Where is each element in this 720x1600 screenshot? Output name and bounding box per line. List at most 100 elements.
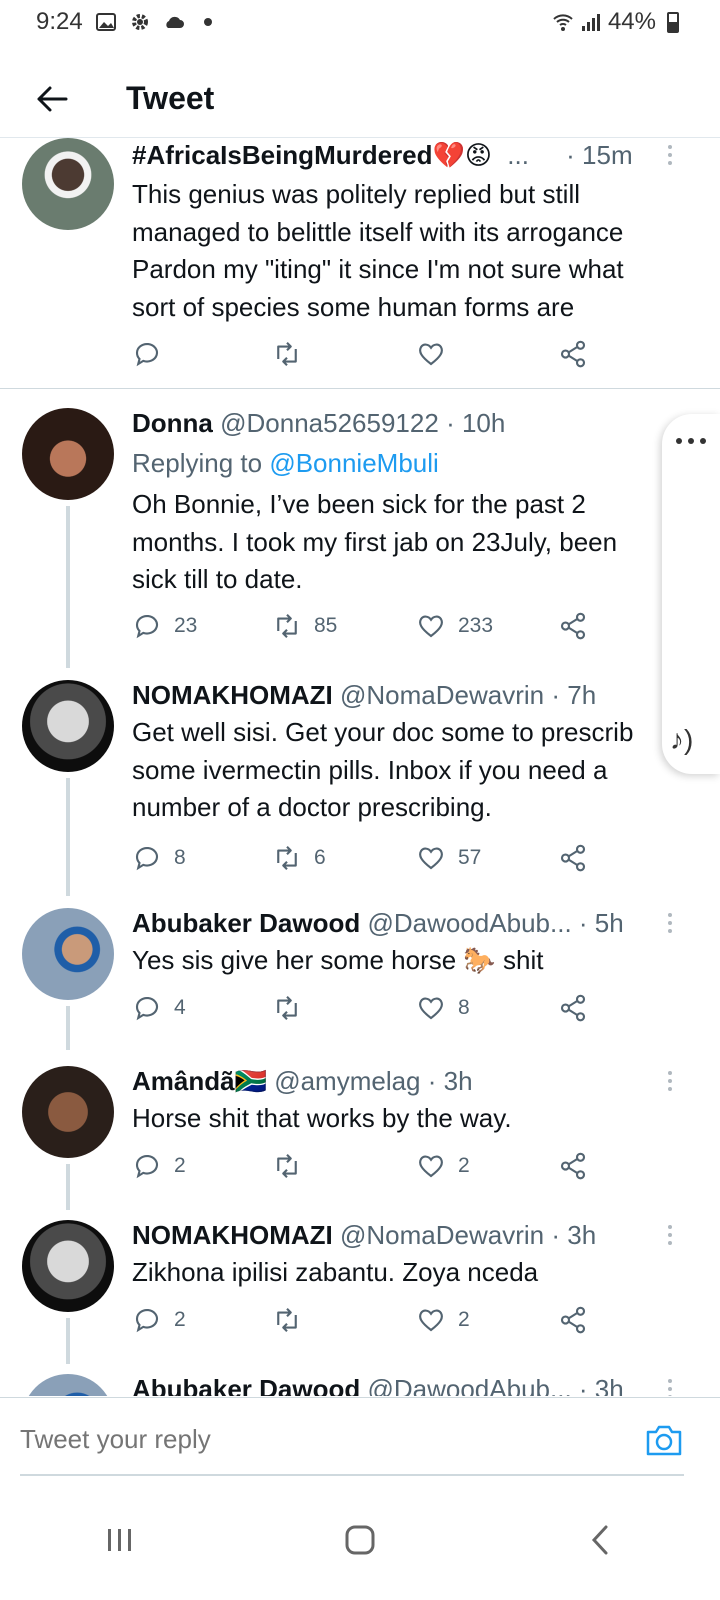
reply-button[interactable] — [132, 334, 162, 374]
retweet-button[interactable]: 85 — [272, 606, 337, 646]
reply-button[interactable]: 4 — [132, 988, 186, 1028]
more-options-button[interactable] — [660, 1220, 680, 1250]
avatar[interactable] — [22, 1374, 114, 1396]
like-button[interactable] — [416, 334, 446, 374]
share-button[interactable] — [558, 334, 588, 374]
author-name[interactable]: NOMAKHOMAZI — [132, 1220, 333, 1250]
retweet-button[interactable] — [272, 334, 302, 374]
like-count: 2 — [458, 1154, 470, 1177]
retweet-icon — [277, 613, 297, 639]
more-options-button[interactable] — [660, 140, 680, 170]
author-name[interactable]: NOMAKHOMAZI — [132, 680, 333, 710]
more-options-button[interactable] — [660, 1066, 680, 1096]
author-handle[interactable]: @DawoodAbub... — [367, 1374, 571, 1396]
author-handle[interactable]: @NomaDewavrin — [340, 680, 544, 710]
more-options-button[interactable] — [660, 1374, 680, 1396]
tweet-time: 3h — [594, 1374, 624, 1396]
edge-panel[interactable]: ♪) — [662, 414, 720, 774]
share-button[interactable] — [558, 988, 588, 1028]
author-name[interactable]: Donna — [132, 408, 213, 438]
share-button[interactable] — [558, 1146, 588, 1186]
author-handle[interactable]: @Donna52659122 — [220, 408, 439, 438]
share-button[interactable] — [558, 838, 588, 878]
home-button[interactable] — [320, 1510, 400, 1570]
avatar[interactable] — [22, 908, 114, 1000]
author-name[interactable]: #AfricaIsBeingMurdered💔😡 — [132, 140, 492, 170]
reply-button[interactable]: 2 — [132, 1146, 186, 1186]
reply-feed[interactable]: #AfricaIsBeingMurdered💔😡 ... · 15m This … — [0, 138, 720, 1396]
tweet-time: 3h — [567, 1220, 597, 1250]
tweet-reply-input[interactable] — [20, 1424, 580, 1455]
camera-button[interactable] — [644, 1422, 684, 1458]
heart-icon — [419, 343, 443, 366]
tweet[interactable]: #AfricaIsBeingMurdered💔😡 ... · 15m This … — [0, 138, 720, 388]
home-icon — [345, 1525, 375, 1555]
author-name[interactable]: Amândã🇿🇦 — [132, 1066, 267, 1096]
like-button[interactable]: 57 — [416, 838, 481, 878]
tweet[interactable]: Abubaker Dawood @DawoodAbub... · 5h Yes … — [0, 908, 720, 1050]
tweet-text: Yes sis give her some horse 🐎 shit — [132, 945, 544, 975]
back-nav-button[interactable] — [560, 1510, 640, 1570]
reply-count: 2 — [174, 1308, 186, 1331]
tweet-time: 7h — [567, 680, 597, 710]
gallery-icon — [95, 13, 116, 31]
recent-apps-button[interactable] — [80, 1510, 160, 1570]
back-button[interactable] — [22, 69, 82, 129]
share-icon — [560, 844, 586, 872]
tweet-actions: 2 2 — [132, 1300, 612, 1340]
avatar[interactable] — [22, 408, 114, 500]
audio-note-icon[interactable]: ♪) — [670, 724, 693, 756]
cloud-icon — [166, 16, 184, 28]
status-time: 9:24 — [36, 8, 83, 35]
tweet-header: #AfricaIsBeingMurdered💔😡 ... · 15m — [132, 140, 633, 170]
author-name[interactable]: Abubaker Dawood — [132, 1374, 360, 1396]
like-button[interactable]: 8 — [416, 988, 470, 1028]
retweet-button[interactable]: 6 — [272, 838, 326, 878]
tweet[interactable]: Donna @Donna52659122 · 10h Replying to @… — [0, 408, 720, 668]
tweet-header: Abubaker Dawood @DawoodAbub... · 5h — [132, 908, 624, 938]
tweet[interactable]: Amândã🇿🇦 @amymelag · 3h Horse shit that … — [0, 1066, 720, 1210]
reply-button[interactable]: 2 — [132, 1300, 186, 1340]
like-count: 233 — [458, 614, 494, 637]
retweet-icon — [277, 1307, 297, 1333]
more-options-button[interactable] — [660, 908, 680, 938]
reply-count: 8 — [174, 846, 186, 869]
like-button[interactable]: 233 — [416, 606, 493, 646]
retweet-button[interactable] — [272, 1300, 302, 1340]
avatar[interactable] — [22, 1066, 114, 1158]
share-icon — [560, 612, 586, 640]
share-button[interactable] — [558, 1300, 588, 1340]
wifi-icon — [553, 14, 573, 31]
avatar[interactable] — [22, 138, 114, 230]
recent-apps-icon — [108, 1529, 131, 1551]
replying-to-handle[interactable]: @BonnieMbuli — [269, 448, 438, 478]
avatar[interactable] — [22, 1220, 114, 1312]
author-handle[interactable]: @NomaDewavrin — [340, 1220, 544, 1250]
tweet[interactable]: NOMAKHOMAZI @NomaDewavrin · 7h Get well … — [0, 680, 720, 896]
heart-icon — [419, 847, 443, 870]
like-button[interactable]: 2 — [416, 1146, 470, 1186]
tweet[interactable]: Abubaker Dawood @DawoodAbub... · 3h — [0, 1374, 720, 1396]
share-button[interactable] — [558, 606, 588, 646]
tweet[interactable]: NOMAKHOMAZI @NomaDewavrin · 3h Zikhona i… — [0, 1220, 720, 1364]
retweet-icon — [277, 845, 297, 871]
app-header: Tweet — [0, 60, 720, 138]
avatar[interactable] — [22, 680, 114, 772]
reply-button[interactable]: 23 — [132, 606, 197, 646]
like-button[interactable]: 2 — [416, 1300, 470, 1340]
retweet-button[interactable] — [272, 1146, 302, 1186]
reply-icon — [135, 614, 159, 639]
author-handle[interactable]: @DawoodAbub... — [367, 908, 571, 938]
tweet-text: Horse shit that works by the way. — [132, 1103, 512, 1133]
tweet-header: NOMAKHOMAZI @NomaDewavrin · 7h — [132, 680, 597, 710]
reply-button[interactable]: 8 — [132, 838, 186, 878]
reply-icon — [135, 1308, 159, 1333]
retweet-icon — [277, 1153, 297, 1179]
author-handle[interactable]: @amymelag — [274, 1066, 420, 1096]
author-name[interactable]: Abubaker Dawood — [132, 908, 360, 938]
like-count: 57 — [458, 846, 482, 869]
retweet-button[interactable] — [272, 988, 302, 1028]
retweet-count: 85 — [314, 614, 338, 637]
more-horizontal-icon[interactable] — [676, 438, 706, 444]
tweet-header: Abubaker Dawood @DawoodAbub... · 3h — [132, 1374, 680, 1396]
